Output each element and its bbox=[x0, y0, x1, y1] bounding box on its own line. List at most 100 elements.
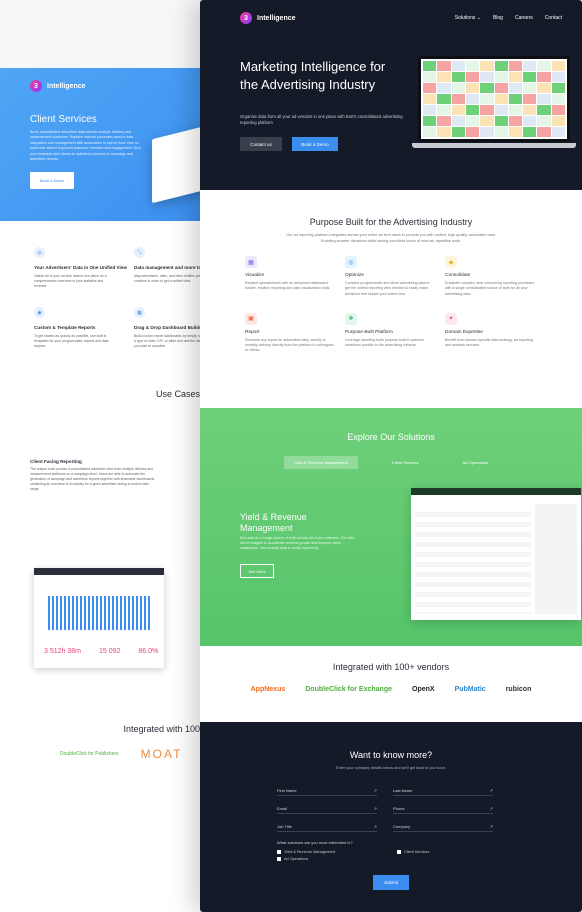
checkbox-label: Yield & Revenue Management bbox=[284, 850, 336, 854]
field-label: Company bbox=[393, 824, 411, 829]
solution-tab[interactable]: Client Services bbox=[382, 456, 429, 469]
laptop-cell bbox=[423, 105, 437, 115]
laptop-cell bbox=[437, 105, 451, 115]
laptop-cell bbox=[480, 72, 494, 82]
logo-text: Intelligence bbox=[257, 14, 296, 22]
feature-text: Gather all of your ad tech data in one p… bbox=[34, 274, 107, 288]
feature-title: Custom & Template Reports bbox=[34, 325, 96, 330]
form-field[interactable]: Phone ↗ bbox=[393, 802, 493, 814]
book-demo-button[interactable]: Book a Demo bbox=[30, 172, 75, 190]
form-field[interactable]: Email ↗ bbox=[277, 802, 377, 814]
feature-icon: ⤡ bbox=[134, 247, 145, 258]
laptop-cell bbox=[551, 83, 565, 93]
laptop-cell bbox=[465, 127, 480, 137]
integrations-title: Integrated with 100+ vendors bbox=[332, 662, 450, 672]
laptop-cell bbox=[494, 105, 508, 115]
client-services-hero: 3 Intelligence Client Services Burt's con… bbox=[0, 68, 230, 221]
vendor-logo: rubicon bbox=[505, 686, 532, 693]
yield-screenshot bbox=[411, 488, 581, 620]
laptop-cell bbox=[465, 83, 480, 93]
purpose-item-text: Replace spreadsheets with an advanced da… bbox=[245, 281, 331, 291]
integrations-section: Integrated with 100+ vendors AppNexus Dou… bbox=[200, 662, 582, 693]
client-features: ◎ Your Advertisers' Data in One Unified V… bbox=[0, 221, 230, 349]
laptop-cell bbox=[523, 105, 537, 115]
contact-title: Want to know more? bbox=[349, 750, 433, 760]
laptop-cell bbox=[437, 72, 451, 82]
purpose-icon: ◆ bbox=[445, 256, 457, 269]
checkbox-icon bbox=[397, 850, 401, 854]
client-services-page: 3 Intelligence Client Services Burt's con… bbox=[0, 68, 230, 912]
laptop-cell bbox=[451, 105, 465, 115]
interest-checkbox[interactable]: Yield & Revenue Management bbox=[277, 850, 397, 854]
field-label: Last Name bbox=[393, 788, 413, 793]
field-arrow-icon: ↗ bbox=[489, 806, 493, 811]
logo[interactable]: 3 Intelligence bbox=[240, 12, 296, 24]
vendor-logo: DoubleClick for Exchange bbox=[305, 686, 392, 693]
laptop-screenshot bbox=[412, 56, 576, 148]
laptop-cell bbox=[494, 127, 508, 137]
purpose-item: ◎ Optimize Combine programmatic and direct… bbox=[345, 256, 445, 297]
laptop-cell bbox=[437, 127, 451, 137]
contact-subtitle: Enter your company details below and we'… bbox=[336, 766, 446, 770]
field-arrow-icon: ↗ bbox=[373, 824, 377, 829]
purpose-icon: ▣ bbox=[245, 312, 257, 325]
laptop-cell bbox=[437, 61, 451, 71]
laptop-cell bbox=[551, 61, 565, 71]
feature-icon: ◎ bbox=[34, 247, 45, 258]
explore-title: Explore Our Solutions bbox=[347, 432, 435, 442]
interest-checkbox[interactable]: Ad Operations bbox=[277, 857, 397, 861]
purpose-item-text: Benefit from domain-specific data strate… bbox=[445, 337, 534, 347]
form-field[interactable]: Company ↗ bbox=[393, 820, 493, 832]
nav-link[interactable]: Blog bbox=[493, 15, 503, 21]
laptop-cell bbox=[494, 72, 508, 82]
laptop-cell bbox=[537, 94, 551, 104]
feature-title: Your Advertisers' Data in One Unified Vi… bbox=[34, 265, 127, 270]
vendor-logo: PubMatic bbox=[454, 686, 486, 693]
laptop-cell bbox=[551, 127, 565, 137]
purpose-icon: ◎ bbox=[345, 256, 357, 269]
stat-time: 3 512h 38m bbox=[44, 648, 81, 655]
logo-text: Intelligence bbox=[47, 82, 86, 90]
purpose-item-text: Schedule any report for automated daily,… bbox=[245, 337, 334, 353]
laptop-cell bbox=[465, 61, 480, 71]
stat-count: 15 092 bbox=[98, 648, 121, 655]
checkbox-icon bbox=[277, 857, 281, 861]
purpose-item-title: Optimize bbox=[345, 273, 364, 279]
form-field[interactable]: Job Title ↗ bbox=[277, 820, 377, 832]
field-arrow-icon: ↗ bbox=[489, 824, 493, 829]
see-more-button[interactable]: See More bbox=[240, 564, 274, 578]
laptop-cell bbox=[551, 116, 565, 126]
interest-checkbox[interactable]: Client Services bbox=[397, 850, 497, 854]
feature-icon: ▦ bbox=[134, 307, 145, 318]
contact-form: First Name ↗ Last Name ↗ Email ↗ Phone ↗ Job Tit… bbox=[277, 784, 582, 832]
solution-tab[interactable]: Yield & Revenue Management bbox=[283, 456, 358, 469]
use-case-text: The unique tools provide a consolidated … bbox=[30, 467, 155, 491]
field-label: Job Title bbox=[277, 824, 292, 829]
hero-title: Marketing Intelligence for the Advertisi… bbox=[240, 59, 386, 92]
form-field[interactable]: Last Name ↗ bbox=[393, 784, 493, 796]
nav-link[interactable]: Contact bbox=[545, 15, 562, 21]
book-demo-button[interactable]: Book a Demo bbox=[292, 137, 338, 151]
submit-button[interactable]: Submit bbox=[372, 875, 409, 890]
explore-section: Explore Our Solutions Yield & Revenue Ma… bbox=[200, 408, 582, 646]
nav-link[interactable]: Careers bbox=[515, 15, 533, 21]
laptop-cell bbox=[437, 94, 451, 104]
laptop-cell bbox=[465, 94, 480, 104]
laptop-cell bbox=[465, 116, 480, 126]
laptop-cell bbox=[423, 127, 437, 137]
laptop-cell bbox=[523, 94, 537, 104]
purpose-item-text: Eradicate complex, time consuming report… bbox=[445, 281, 535, 296]
nav-links: Solutions ⌄ Blog Careers Contact bbox=[455, 15, 562, 21]
laptop-cell bbox=[423, 61, 437, 71]
laptop-cell bbox=[523, 116, 537, 126]
laptop-cell bbox=[451, 61, 465, 71]
purpose-text: Our ad reporting platform integrates acr… bbox=[286, 233, 496, 243]
form-field[interactable]: First Name ↗ bbox=[277, 784, 377, 796]
hero-text: Burt's consolidated advertiser data serv… bbox=[30, 130, 141, 162]
purpose-item-title: Purpose-Built Platform bbox=[345, 329, 393, 335]
contact-us-button[interactable]: Contact us bbox=[240, 137, 282, 151]
feature-text: To get started as quickly as possible, u… bbox=[34, 334, 109, 348]
solution-tab[interactable]: Ad Operations bbox=[453, 456, 499, 469]
explore-heading: Yield & Revenue Management bbox=[240, 512, 307, 533]
nav-link[interactable]: Solutions ⌄ bbox=[455, 15, 481, 21]
